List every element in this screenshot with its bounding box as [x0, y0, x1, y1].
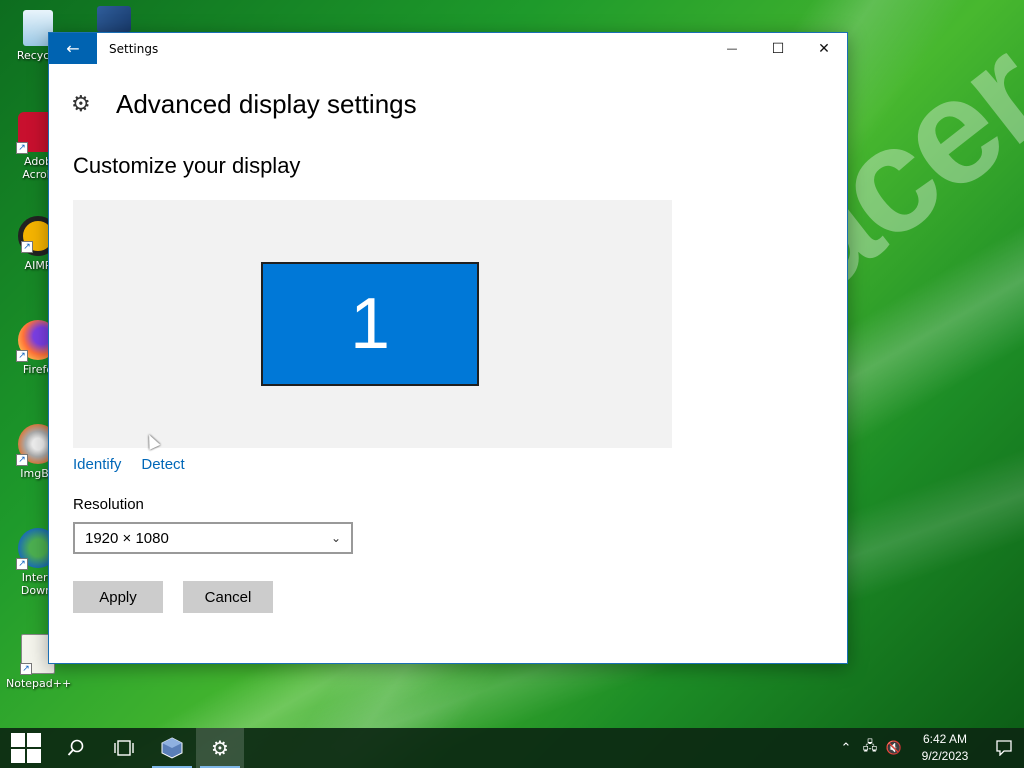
minimize-button[interactable]: — — [709, 33, 755, 64]
resolution-value: 1920 × 1080 — [85, 529, 169, 547]
task-view-button[interactable] — [100, 728, 148, 768]
clock[interactable]: 6:42 AM 9/2/2023 — [912, 731, 978, 765]
monitor-1[interactable]: 1 — [261, 262, 479, 386]
identify-link[interactable]: Identify — [73, 456, 121, 473]
shortcut-arrow-icon: ↗ — [20, 663, 32, 675]
gear-icon: ⚙ — [71, 92, 91, 117]
shortcut-arrow-icon: ↗ — [16, 350, 28, 362]
display-links: Identify Detect — [73, 456, 185, 473]
cancel-button[interactable]: Cancel — [183, 581, 273, 613]
notification-center-button[interactable] — [984, 728, 1024, 768]
window-controls: — ☐ ✕ — [709, 33, 847, 64]
detect-link[interactable]: Detect — [141, 456, 184, 473]
windows-logo-icon — [11, 733, 41, 763]
network-icon[interactable]: 🖧 — [858, 737, 882, 759]
back-button[interactable]: ← — [49, 33, 97, 64]
desktop-icon-virtualbox[interactable] — [92, 6, 136, 35]
virtualbox-icon — [97, 6, 131, 32]
page-title: Advanced display settings — [116, 89, 417, 119]
shortcut-arrow-icon: ↗ — [16, 454, 28, 466]
close-icon: ✕ — [818, 40, 830, 57]
resolution-label: Resolution — [73, 496, 144, 513]
taskbar-settings[interactable]: ⚙ — [196, 728, 244, 768]
page-header: ⚙ Advanced display settings — [71, 89, 417, 120]
settings-window: ← Settings — ☐ ✕ ⚙ Advanced display sett… — [48, 32, 848, 664]
clock-date: 9/2/2023 — [921, 749, 969, 763]
volume-muted-icon[interactable]: 🔇 — [882, 741, 906, 756]
task-view-icon — [114, 740, 134, 756]
maximize-button[interactable]: ☐ — [755, 33, 801, 64]
shortcut-arrow-icon: ↗ — [21, 241, 33, 253]
resolution-dropdown[interactable]: 1920 × 1080 ⌄ — [73, 522, 353, 554]
start-button[interactable] — [0, 728, 52, 768]
monitor-number: 1 — [349, 284, 391, 364]
chevron-up-icon[interactable]: ⌃ — [834, 741, 858, 756]
taskbar: ⚙ ⌃ 🖧 🔇 6:42 AM 9/2/2023 — [0, 728, 1024, 768]
virtualbox-icon — [161, 737, 183, 759]
search-icon — [67, 739, 84, 756]
chevron-down-icon: ⌄ — [330, 531, 341, 545]
close-button[interactable]: ✕ — [801, 33, 847, 64]
shortcut-arrow-icon: ↗ — [16, 558, 28, 570]
gear-icon: ⚙ — [211, 736, 229, 760]
desktop-icon-label: Notepad++ — [6, 677, 72, 690]
apply-button[interactable]: Apply — [73, 581, 163, 613]
notification-icon — [996, 740, 1012, 756]
taskbar-virtualbox[interactable] — [148, 728, 196, 768]
search-button[interactable] — [52, 728, 100, 768]
minimize-icon: — — [726, 42, 738, 55]
section-title: Customize your display — [73, 153, 301, 178]
shortcut-arrow-icon: ↗ — [16, 142, 28, 154]
maximize-icon: ☐ — [771, 40, 785, 57]
system-tray: ⌃ 🖧 🔇 6:42 AM 9/2/2023 — [834, 728, 1024, 768]
title-bar: ← Settings — ☐ ✕ — [49, 33, 847, 64]
clock-time: 6:42 AM — [922, 732, 968, 746]
arrow-left-icon: ← — [66, 39, 80, 58]
display-arrangement-area[interactable]: 1 — [73, 200, 672, 448]
window-title: Settings — [109, 41, 159, 56]
